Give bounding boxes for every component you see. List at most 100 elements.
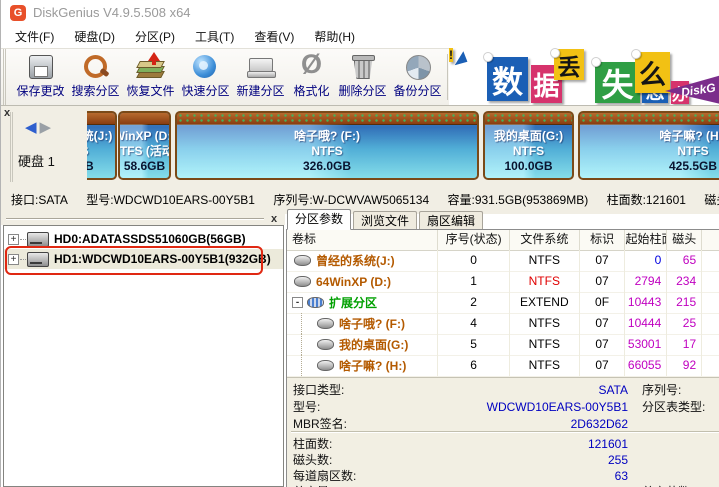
- menu-view[interactable]: 查看(V): [244, 26, 304, 48]
- recover-files-icon: [136, 53, 166, 81]
- next-disk-arrow-icon[interactable]: ▶: [40, 119, 55, 136]
- recover-files-button[interactable]: 恢复文件: [123, 49, 178, 105]
- ad-tile: 失: [595, 62, 640, 103]
- partition-blocks: 曾经的系统(J:) NTFS 21.4GB WinXP (D:) NTFS (活…: [87, 111, 719, 184]
- col-number-status[interactable]: 序号(状态): [438, 230, 510, 250]
- extended-partition-icon: [307, 297, 324, 308]
- search-partition-button[interactable]: 搜索分区: [68, 49, 123, 105]
- menu-help[interactable]: 帮助(H): [304, 26, 365, 48]
- detail-row: 序列号:: [642, 382, 719, 398]
- collapse-icon[interactable]: [292, 297, 303, 308]
- disk-details-panel: 接口类型:SATA 型号:WDCWD10EARS-00Y5B1 MBR签名:2D…: [287, 377, 719, 487]
- disk-tree-panel: HD0:ADATASSDS51060GB(56GB) HD1:WDCWD10EA…: [3, 225, 284, 487]
- info-heads: 磁头数:255: [704, 193, 719, 207]
- quick-partition-icon: [191, 53, 221, 81]
- tree-branch-line: [301, 313, 315, 334]
- delete-partition-button[interactable]: 删除分区: [335, 49, 390, 105]
- hard-disk-icon: [27, 232, 49, 247]
- pen-icon: [453, 49, 470, 68]
- detail-row: 型号:WDCWD10EARS-00Y5B1: [293, 399, 628, 415]
- table-row[interactable]: 啥子嘛? (H:) 6 NTFS 07 66055 92: [287, 355, 719, 377]
- window-title: DiskGenius V4.9.5.508 x64: [33, 5, 191, 20]
- detail-row: 分区表类型:: [642, 399, 719, 415]
- menu-partition[interactable]: 分区(P): [125, 26, 185, 48]
- data-recovery-ad-banner[interactable]: 数 据 丢 失 怎 么 办 ! DiskG: [449, 48, 719, 105]
- strip-grip[interactable]: [10, 112, 18, 182]
- partition-parameters-panel: 卷标 序号(状态) 文件系统 标识 起始柱面 磁头 曾经的系统(J:) 0 NT…: [286, 229, 719, 487]
- save-icon: [26, 53, 56, 81]
- partition-block-j[interactable]: 曾经的系统(J:) NTFS 21.4GB: [87, 111, 117, 180]
- format-button[interactable]: Ø 格式化: [288, 49, 335, 105]
- decor-dot: [631, 49, 641, 59]
- details-separator: [291, 431, 719, 433]
- detail-row: MBR签名:2D632D62: [293, 416, 628, 432]
- backup-partition-icon: [403, 53, 433, 81]
- menu-file[interactable]: 文件(F): [5, 26, 64, 48]
- table-row[interactable]: 64WinXP (D:) 1 NTFS 07 2794 234: [287, 271, 719, 293]
- toolbar-grip[interactable]: [3, 49, 13, 105]
- col-volume-label[interactable]: 卷标: [287, 230, 438, 250]
- table-header: 卷标 序号(状态) 文件系统 标识 起始柱面 磁头: [287, 230, 719, 251]
- col-head[interactable]: 磁头: [667, 230, 702, 250]
- delete-partition-icon: [348, 53, 378, 81]
- hard-disk-icon: [27, 252, 49, 267]
- ad-tile: 么: [635, 52, 670, 93]
- quick-partition-button[interactable]: 快速分区: [178, 49, 233, 105]
- format-icon: Ø: [297, 53, 327, 81]
- info-capacity: 容量:931.5GB(953869MB): [447, 193, 588, 207]
- partition-block-g[interactable]: 我的桌面(G:) NTFS 100.0GB: [483, 111, 574, 180]
- new-partition-button[interactable]: 新建分区: [233, 49, 288, 105]
- decor-dot: [591, 57, 601, 67]
- volume-icon: [317, 318, 334, 329]
- disk-info-line: 接口:SATA 型号:WDCWD10EARS-00Y5B1 序列号:W-DCWV…: [1, 186, 719, 214]
- col-filesystem[interactable]: 文件系统: [510, 230, 580, 250]
- tree-branch-line: [301, 334, 315, 355]
- table-row[interactable]: 曾经的系统(J:) 0 NTFS 07 0 65: [287, 250, 719, 272]
- volume-icon: [317, 360, 334, 371]
- table-row-extended[interactable]: 扩展分区 2 EXTEND 0F 10443 215: [287, 292, 719, 314]
- prev-disk-arrow-icon[interactable]: ◀: [25, 119, 40, 136]
- decor-dot: [550, 48, 560, 58]
- tab-partition-parameters[interactable]: 分区参数: [287, 209, 351, 230]
- tab-sector-edit[interactable]: 扇区编辑: [419, 211, 483, 230]
- info-cylinders: 柱面数:121601: [607, 193, 686, 207]
- tab-browse-files[interactable]: 浏览文件: [353, 211, 417, 230]
- title-bar: G DiskGenius V4.9.5.508 x64: [1, 0, 719, 26]
- backup-partition-button[interactable]: 备份分区: [390, 49, 445, 105]
- table-row[interactable]: 啥子哦? (F:) 4 NTFS 07 10444 25: [287, 313, 719, 335]
- detail-row: 磁头数:255: [293, 452, 628, 468]
- app-logo-icon: G: [10, 5, 26, 21]
- search-icon: [81, 53, 111, 81]
- info-model: 型号:WDCWD10EARS-00Y5B1: [86, 193, 255, 207]
- sidebar-splitter[interactable]: x: [1, 214, 285, 225]
- partition-block-f[interactable]: 啥子哦? (F:) NTFS 326.0GB: [175, 111, 479, 180]
- ad-tile: 数: [487, 57, 528, 101]
- expand-icon[interactable]: [8, 254, 19, 265]
- menu-tools[interactable]: 工具(T): [185, 26, 244, 48]
- disk-strip-panel: x ◀▶ 硬盘 1 曾经的系统(J:) NTFS 21.4GB WinXP (D…: [1, 106, 719, 186]
- tree-branch-line: [301, 355, 315, 376]
- volume-icon: [294, 255, 311, 266]
- decor-dot: [483, 52, 493, 62]
- volume-icon: [294, 276, 311, 287]
- col-id[interactable]: 标识: [580, 230, 626, 250]
- volume-icon: [317, 339, 334, 350]
- menu-bar: 文件(F) 硬盘(D) 分区(P) 工具(T) 查看(V) 帮助(H): [1, 26, 719, 48]
- toolbar-separator: [447, 54, 448, 100]
- detail-row: 接口类型:SATA: [293, 382, 628, 398]
- col-start-cylinder[interactable]: 起始柱面: [625, 230, 667, 250]
- info-interface: 接口:SATA: [11, 193, 68, 207]
- partition-block-h[interactable]: 啥子嘛? (H:) NTFS 425.5GB: [578, 111, 719, 180]
- expand-icon[interactable]: [8, 234, 19, 245]
- new-partition-icon: [246, 53, 276, 81]
- save-changes-button[interactable]: 保存更改: [13, 49, 68, 105]
- tree-item-hd1[interactable]: HD1:WDCWD10EARS-00Y5B1(932GB): [4, 249, 283, 269]
- table-row[interactable]: 我的桌面(G:) 5 NTFS 07 53001 17: [287, 334, 719, 356]
- menu-disk[interactable]: 硬盘(D): [64, 26, 125, 48]
- disk-nav: ◀▶: [25, 118, 54, 136]
- sidebar-close-icon[interactable]: x: [271, 213, 277, 225]
- diskgenius-window: G DiskGenius V4.9.5.508 x64 文件(F) 硬盘(D) …: [0, 0, 719, 487]
- info-serial: 序列号:W-DCWVAW5065134: [273, 193, 429, 207]
- tree-item-hd0[interactable]: HD0:ADATASSDS51060GB(56GB): [4, 229, 283, 249]
- partition-block-d[interactable]: WinXP (D:) NTFS (活动) 58.6GB: [118, 111, 171, 180]
